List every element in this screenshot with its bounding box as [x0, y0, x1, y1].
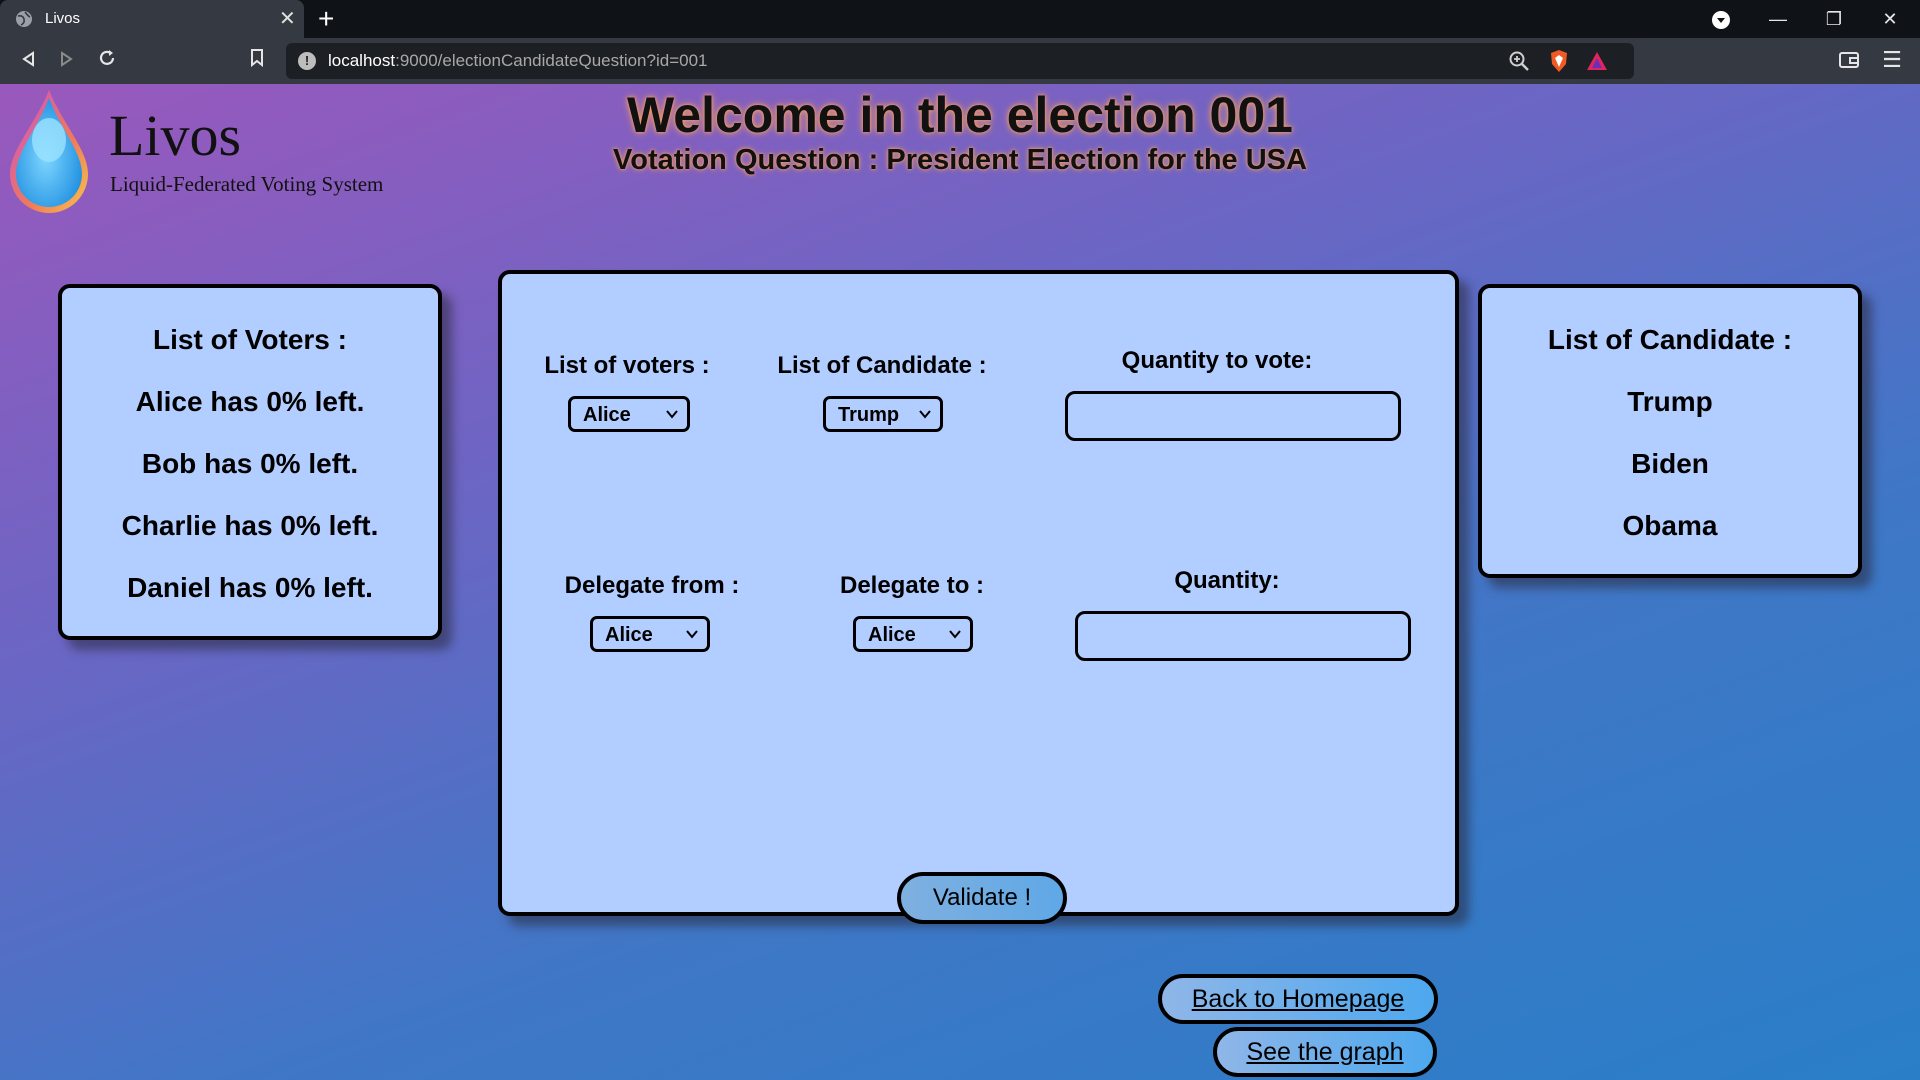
voters-select-label: List of voters :: [544, 352, 710, 379]
page-content: Livos Liquid-Federated Voting System Wel…: [0, 84, 1920, 1080]
minimize-icon[interactable]: —: [1750, 0, 1806, 38]
chevron-down-icon: [919, 410, 931, 419]
quantity-vote-input[interactable]: [1065, 391, 1401, 441]
browser-tab-bar: Livos ✕ + — ❐ ✕: [0, 0, 1920, 38]
voters-panel: List of Voters : Alice has 0% left. Bob …: [58, 284, 442, 640]
candidates-panel: List of Candidate : Trump Biden Obama: [1478, 284, 1862, 578]
voter-item: Alice has 0% left.: [135, 386, 365, 417]
voter-select[interactable]: Alice: [568, 396, 690, 432]
rewards-icon[interactable]: [1586, 50, 1608, 72]
delegate-quantity-input[interactable]: [1075, 611, 1411, 661]
back-icon[interactable]: [14, 47, 42, 75]
candidate-item: Biden: [1631, 448, 1709, 479]
reload-icon[interactable]: [93, 47, 121, 75]
question-subtitle: Votation Question : President Election f…: [613, 144, 1307, 176]
candidates-panel-title: List of Candidate :: [1547, 324, 1793, 355]
site-info-icon[interactable]: !: [298, 52, 316, 70]
delegate-to-select[interactable]: Alice: [853, 616, 973, 652]
vote-form-panel: List of voters : Alice List of Candidate…: [498, 270, 1459, 924]
new-tab-icon[interactable]: +: [318, 4, 334, 34]
quantity-vote-label: Quantity to vote:: [1121, 347, 1313, 374]
globe-icon: [16, 11, 32, 27]
close-window-icon[interactable]: ✕: [1862, 0, 1918, 38]
browser-toolbar: ! localhost:9000/electionCandidateQuesti…: [0, 38, 1920, 84]
url-host: localhost: [328, 51, 396, 70]
validate-button[interactable]: Validate !: [897, 872, 1067, 924]
candidate-select-value: Trump: [838, 404, 900, 426]
page-title: Welcome in the election 001: [627, 87, 1293, 143]
url-path: :9000/electionCandidateQuestion?id=001: [395, 51, 708, 70]
profile-menu-icon[interactable]: [1712, 11, 1730, 29]
menu-icon[interactable]: ☰: [1882, 46, 1902, 74]
bookmark-icon[interactable]: [243, 47, 271, 75]
delegate-from-select[interactable]: Alice: [590, 616, 710, 652]
chevron-down-icon: [666, 410, 678, 419]
delegate-to-label: Delegate to :: [839, 572, 985, 599]
url-text: localhost:9000/electionCandidateQuestion…: [328, 51, 708, 71]
voter-item: Bob has 0% left.: [141, 448, 359, 479]
candidate-select-label: List of Candidate :: [777, 352, 987, 379]
chevron-down-icon: [686, 630, 698, 639]
address-bar[interactable]: ! localhost:9000/electionCandidateQuesti…: [286, 43, 1634, 79]
delegate-from-value: Alice: [605, 624, 653, 646]
back-to-homepage-button[interactable]: Back to Homepage: [1158, 974, 1438, 1024]
voter-select-value: Alice: [583, 404, 631, 426]
zoom-icon[interactable]: [1508, 50, 1530, 72]
delegate-from-label: Delegate from :: [564, 572, 740, 599]
tab-title: Livos: [45, 10, 81, 27]
wallet-icon[interactable]: [1838, 49, 1860, 71]
close-tab-icon[interactable]: ✕: [279, 6, 296, 32]
browser-tab[interactable]: Livos ✕: [0, 0, 304, 38]
see-graph-button[interactable]: See the graph: [1213, 1027, 1437, 1077]
candidate-item: Obama: [1622, 510, 1718, 541]
delegate-quantity-label: Quantity:: [1174, 567, 1280, 594]
chevron-down-icon: [949, 630, 961, 639]
candidate-select[interactable]: Trump: [823, 396, 943, 432]
voters-panel-title: List of Voters :: [153, 324, 347, 355]
restore-icon[interactable]: ❐: [1806, 0, 1862, 38]
voter-item: Charlie has 0% left.: [121, 510, 379, 541]
delegate-to-value: Alice: [868, 624, 916, 646]
forward-icon[interactable]: [53, 47, 81, 75]
candidate-item: Trump: [1627, 386, 1713, 417]
brave-shield-icon[interactable]: [1548, 49, 1570, 73]
voter-item: Daniel has 0% left.: [127, 572, 373, 603]
